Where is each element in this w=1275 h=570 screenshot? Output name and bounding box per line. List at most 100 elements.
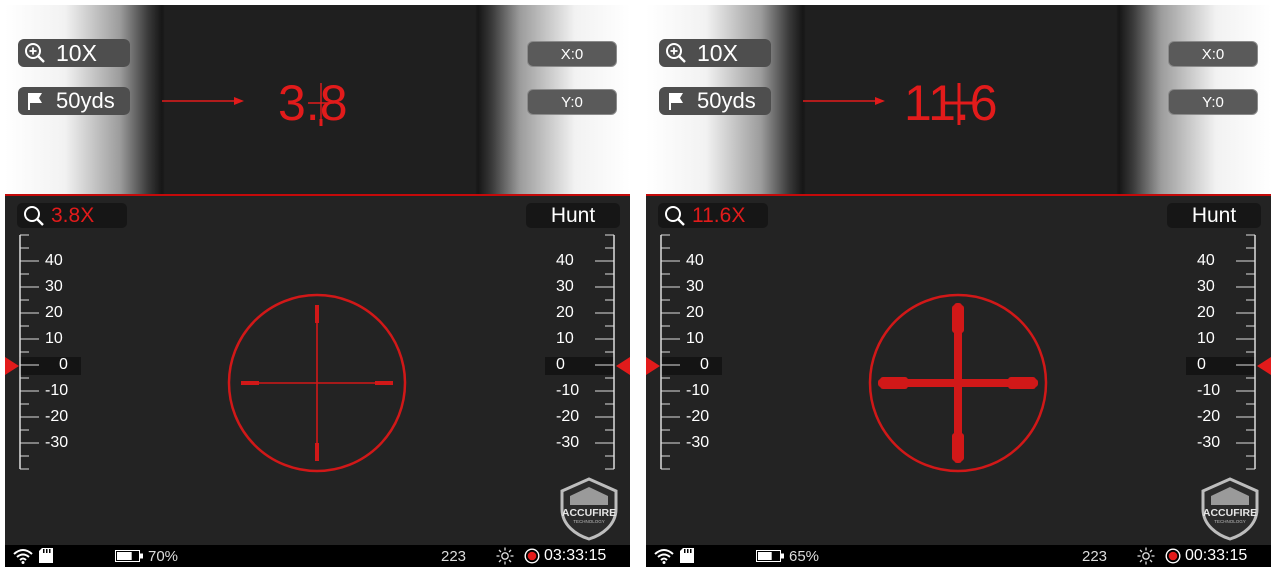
- magnified-zoom-text: 3.8: [278, 75, 348, 131]
- zoom-level-pill[interactable]: 10X: [659, 39, 771, 67]
- scale-label: -20: [1197, 408, 1221, 425]
- svg-text:TECHNOLOGY: TECHNOLOGY: [573, 519, 605, 524]
- scale-label: 0: [700, 356, 709, 373]
- left-level-marker: [646, 357, 660, 375]
- accufire-logo: ACCUFIRE TECHNOLOGY: [560, 477, 618, 541]
- distance-pill[interactable]: 50yds: [659, 87, 771, 115]
- svg-text:ACCUFIRE: ACCUFIRE: [562, 507, 616, 519]
- mode-label: Hunt: [1191, 203, 1237, 227]
- accufire-logo: ACCUFIRE TECHNOLOGY: [1201, 477, 1259, 541]
- scale-label: 20: [45, 304, 63, 321]
- sd-card-icon: [39, 548, 53, 563]
- scale-label: -10: [45, 382, 69, 399]
- divider-line: [5, 194, 630, 196]
- scale-label: 40: [1197, 252, 1215, 269]
- x-offset-label: X:0: [560, 45, 584, 63]
- scale-label: -20: [45, 408, 69, 425]
- scale-label: -10: [1197, 382, 1221, 399]
- reticle-thin: [227, 293, 407, 473]
- scope-view-left: 10X 50yds 3.8 X:0 Y:0 3.8X Hunt 40 30 20…: [5, 5, 630, 567]
- magnifier-icon: [24, 205, 44, 226]
- scale-label: 0: [59, 356, 68, 373]
- scale-label: -30: [556, 434, 580, 451]
- scale-label: 40: [556, 252, 574, 269]
- record-icon[interactable]: [524, 548, 540, 564]
- mode-badge[interactable]: Hunt: [526, 203, 620, 228]
- scale-label: -30: [686, 434, 710, 451]
- zoom-level-pill[interactable]: 10X: [18, 39, 130, 67]
- sd-card-icon: [680, 548, 694, 563]
- record-icon[interactable]: [1165, 548, 1181, 564]
- divider-line: [646, 194, 1271, 196]
- right-level-marker: [616, 357, 630, 375]
- scale-label: -10: [556, 382, 580, 399]
- x-offset-pill[interactable]: X:0: [1168, 41, 1258, 67]
- zoom-badge[interactable]: 3.8X: [17, 203, 127, 228]
- recording-time: 03:33:15: [544, 547, 607, 564]
- pointer-arrow: [803, 97, 885, 105]
- scale-label: -20: [556, 408, 580, 425]
- shot-count: 223: [1082, 548, 1108, 565]
- recording-time: 00:33:15: [1185, 547, 1248, 564]
- scale-label: 0: [1197, 356, 1206, 373]
- scale-label: 10: [556, 330, 574, 347]
- zoom-badge[interactable]: 11.6X: [658, 203, 768, 228]
- scale-label: -10: [686, 382, 710, 399]
- wifi-icon: [654, 549, 674, 564]
- y-offset-label: Y:0: [561, 93, 583, 111]
- zoom-level-label: 10X: [56, 39, 97, 66]
- scale-ticks-left: [660, 234, 680, 470]
- zoom-level-label: 10X: [697, 39, 738, 66]
- scale-label: -30: [45, 434, 69, 451]
- scale-label: 20: [556, 304, 574, 321]
- x-offset-label: X:0: [1201, 45, 1225, 63]
- distance-pill[interactable]: 50yds: [18, 87, 130, 115]
- wifi-icon: [13, 549, 33, 564]
- left-level-marker: [5, 357, 19, 375]
- sun-icon[interactable]: [1137, 547, 1155, 565]
- mode-badge[interactable]: Hunt: [1167, 203, 1261, 228]
- scale-label: -30: [1197, 434, 1221, 451]
- scale-label: 30: [556, 278, 574, 295]
- zoom-in-icon: [666, 43, 686, 63]
- pointer-arrow: [162, 97, 244, 105]
- scale-label: 40: [686, 252, 704, 269]
- reticle-thick: [868, 293, 1048, 473]
- scale-label: 10: [686, 330, 704, 347]
- y-offset-pill[interactable]: Y:0: [1168, 89, 1258, 115]
- zoom-in-icon: [25, 43, 45, 63]
- magnified-zoom-readout: 11.6: [904, 75, 1034, 131]
- scale-ticks-left: [19, 234, 39, 470]
- scope-view-right: 10X 50yds 11.6 X:0 Y:0 11.6X Hunt 40 30 …: [646, 5, 1271, 567]
- scale-label: 30: [1197, 278, 1215, 295]
- status-bar: 70% 223 03:33:15: [5, 545, 630, 567]
- flag-icon: [669, 93, 683, 110]
- scale-label: 10: [45, 330, 63, 347]
- y-offset-label: Y:0: [1202, 93, 1224, 111]
- right-level-marker: [1257, 357, 1271, 375]
- scale-label: 30: [45, 278, 63, 295]
- zoom-badge-value: 11.6X: [692, 203, 746, 227]
- magnified-zoom-readout: 3.8: [278, 75, 388, 131]
- scale-label: 30: [686, 278, 704, 295]
- status-bar: 65% 223 00:33:15: [646, 545, 1271, 567]
- sun-icon[interactable]: [496, 547, 514, 565]
- elevation-scale-right: 40 30 20 10 0 -10 -20 -30: [1186, 233, 1256, 471]
- y-offset-pill[interactable]: Y:0: [527, 89, 617, 115]
- scale-label: 40: [45, 252, 63, 269]
- scale-label: 20: [686, 304, 704, 321]
- distance-label: 50yds: [697, 88, 756, 113]
- elevation-scale-right: 40 30 20 10 0 -10 -20 -30: [545, 233, 615, 471]
- flag-icon: [28, 93, 42, 110]
- x-offset-pill[interactable]: X:0: [527, 41, 617, 67]
- magnified-zoom-text: 11.6: [904, 75, 998, 131]
- battery-percent: 70%: [148, 548, 179, 565]
- top-zoom-preview: 10X 50yds 3.8 X:0 Y:0: [5, 5, 630, 195]
- battery-icon: [115, 550, 143, 562]
- scale-label: 0: [556, 356, 565, 373]
- top-zoom-preview: 10X 50yds 11.6 X:0 Y:0: [646, 5, 1271, 195]
- scale-label: 10: [1197, 330, 1215, 347]
- zoom-badge-value: 3.8X: [51, 203, 95, 227]
- battery-icon: [756, 550, 784, 562]
- elevation-scale-left: 40 30 20 10 0 -10 -20 -30: [660, 233, 730, 471]
